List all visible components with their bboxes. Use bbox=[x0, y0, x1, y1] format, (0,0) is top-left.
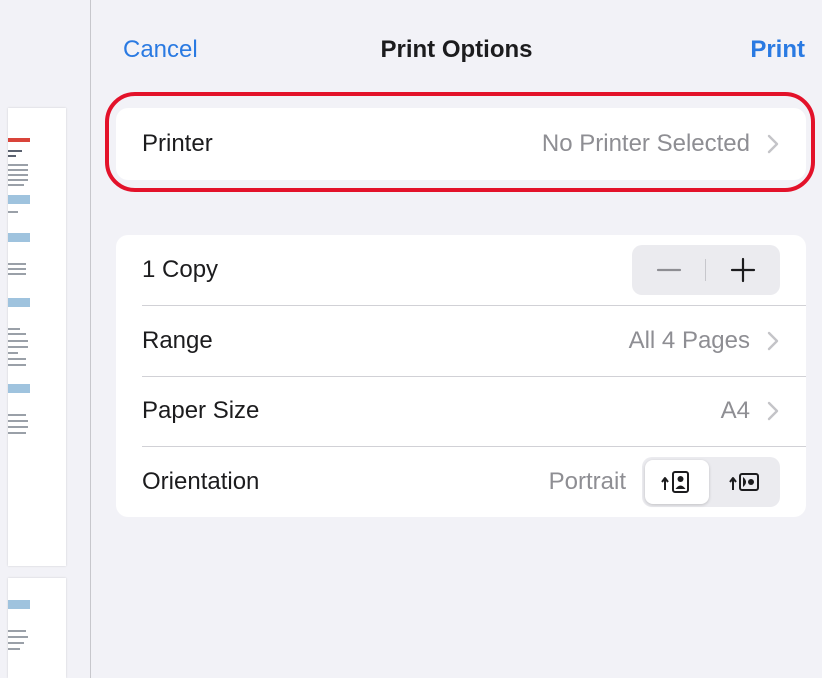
plus-icon bbox=[730, 257, 756, 283]
minus-icon bbox=[656, 268, 682, 272]
thumb-text-line bbox=[8, 364, 26, 366]
print-button[interactable]: Print bbox=[750, 36, 805, 64]
chevron-right-icon bbox=[767, 401, 779, 421]
panel-divider bbox=[90, 0, 91, 678]
portrait-icon bbox=[661, 471, 689, 493]
print-options-section: 1 Copy Range All 4 Pages Paper Size A4 O… bbox=[116, 235, 806, 517]
paper-size-label: Paper Size bbox=[142, 397, 260, 424]
thumb-text-line bbox=[8, 184, 24, 186]
nav-header: Cancel Print Options Print bbox=[91, 0, 822, 100]
thumb-text-line bbox=[8, 648, 20, 650]
orientation-label: Orientation bbox=[142, 468, 260, 495]
thumb-text-line bbox=[8, 150, 22, 152]
landscape-icon bbox=[729, 473, 759, 491]
range-row[interactable]: Range All 4 Pages bbox=[116, 306, 806, 376]
thumb-text-line bbox=[8, 636, 28, 638]
portrait-option[interactable] bbox=[645, 460, 709, 504]
paper-size-row[interactable]: Paper Size A4 bbox=[116, 376, 806, 446]
printer-section: Printer No Printer Selected bbox=[116, 108, 806, 180]
thumb-table-header bbox=[8, 384, 30, 393]
thumb-text-line bbox=[8, 630, 26, 632]
thumb-text-line bbox=[8, 155, 16, 157]
thumb-text-line bbox=[8, 174, 28, 176]
copies-row: 1 Copy bbox=[116, 235, 806, 305]
range-value: All 4 Pages bbox=[628, 327, 750, 354]
thumb-text-line bbox=[8, 352, 18, 354]
thumb-text-line bbox=[8, 328, 20, 330]
orientation-value: Portrait bbox=[548, 468, 626, 495]
orientation-segmented-control[interactable] bbox=[642, 457, 780, 507]
page-thumbnail[interactable] bbox=[8, 108, 66, 566]
range-label: Range bbox=[142, 327, 213, 354]
increment-button[interactable] bbox=[706, 245, 780, 295]
chevron-right-icon bbox=[767, 331, 779, 351]
thumb-text-line bbox=[8, 211, 18, 213]
thumb-text-line bbox=[8, 169, 28, 171]
thumb-text-line bbox=[8, 179, 28, 181]
thumb-text-line bbox=[8, 642, 24, 644]
landscape-option[interactable] bbox=[713, 460, 777, 504]
thumb-table-header bbox=[8, 600, 30, 609]
orientation-row: Orientation Portrait bbox=[116, 447, 806, 517]
chevron-right-icon bbox=[767, 134, 779, 154]
decrement-button[interactable] bbox=[632, 245, 706, 295]
thumb-text-line bbox=[8, 420, 28, 422]
printer-row[interactable]: Printer No Printer Selected bbox=[116, 109, 806, 179]
thumb-text-line bbox=[8, 263, 26, 265]
thumb-text-line bbox=[8, 426, 28, 428]
thumb-table-header bbox=[8, 195, 30, 204]
paper-size-value: A4 bbox=[720, 397, 750, 424]
page-preview-strip[interactable] bbox=[0, 0, 90, 678]
thumb-text-line bbox=[8, 333, 26, 335]
page-thumbnail[interactable] bbox=[8, 578, 66, 678]
thumb-text-line bbox=[8, 268, 26, 270]
thumb-text-line bbox=[8, 164, 28, 166]
thumb-table-header bbox=[8, 298, 30, 307]
thumb-text-line bbox=[8, 432, 26, 434]
thumb-text-line bbox=[8, 340, 28, 342]
thumb-text-line bbox=[8, 358, 26, 360]
thumb-header-bar bbox=[8, 138, 30, 142]
copies-label: 1 Copy bbox=[142, 256, 219, 283]
printer-value: No Printer Selected bbox=[541, 130, 750, 157]
printer-label: Printer bbox=[142, 130, 213, 157]
thumb-table-header bbox=[8, 233, 30, 242]
copies-stepper[interactable] bbox=[632, 245, 780, 295]
thumb-text-line bbox=[8, 346, 28, 348]
page-title: Print Options bbox=[380, 36, 533, 63]
thumb-text-line bbox=[8, 273, 26, 275]
thumb-text-line bbox=[8, 414, 26, 416]
